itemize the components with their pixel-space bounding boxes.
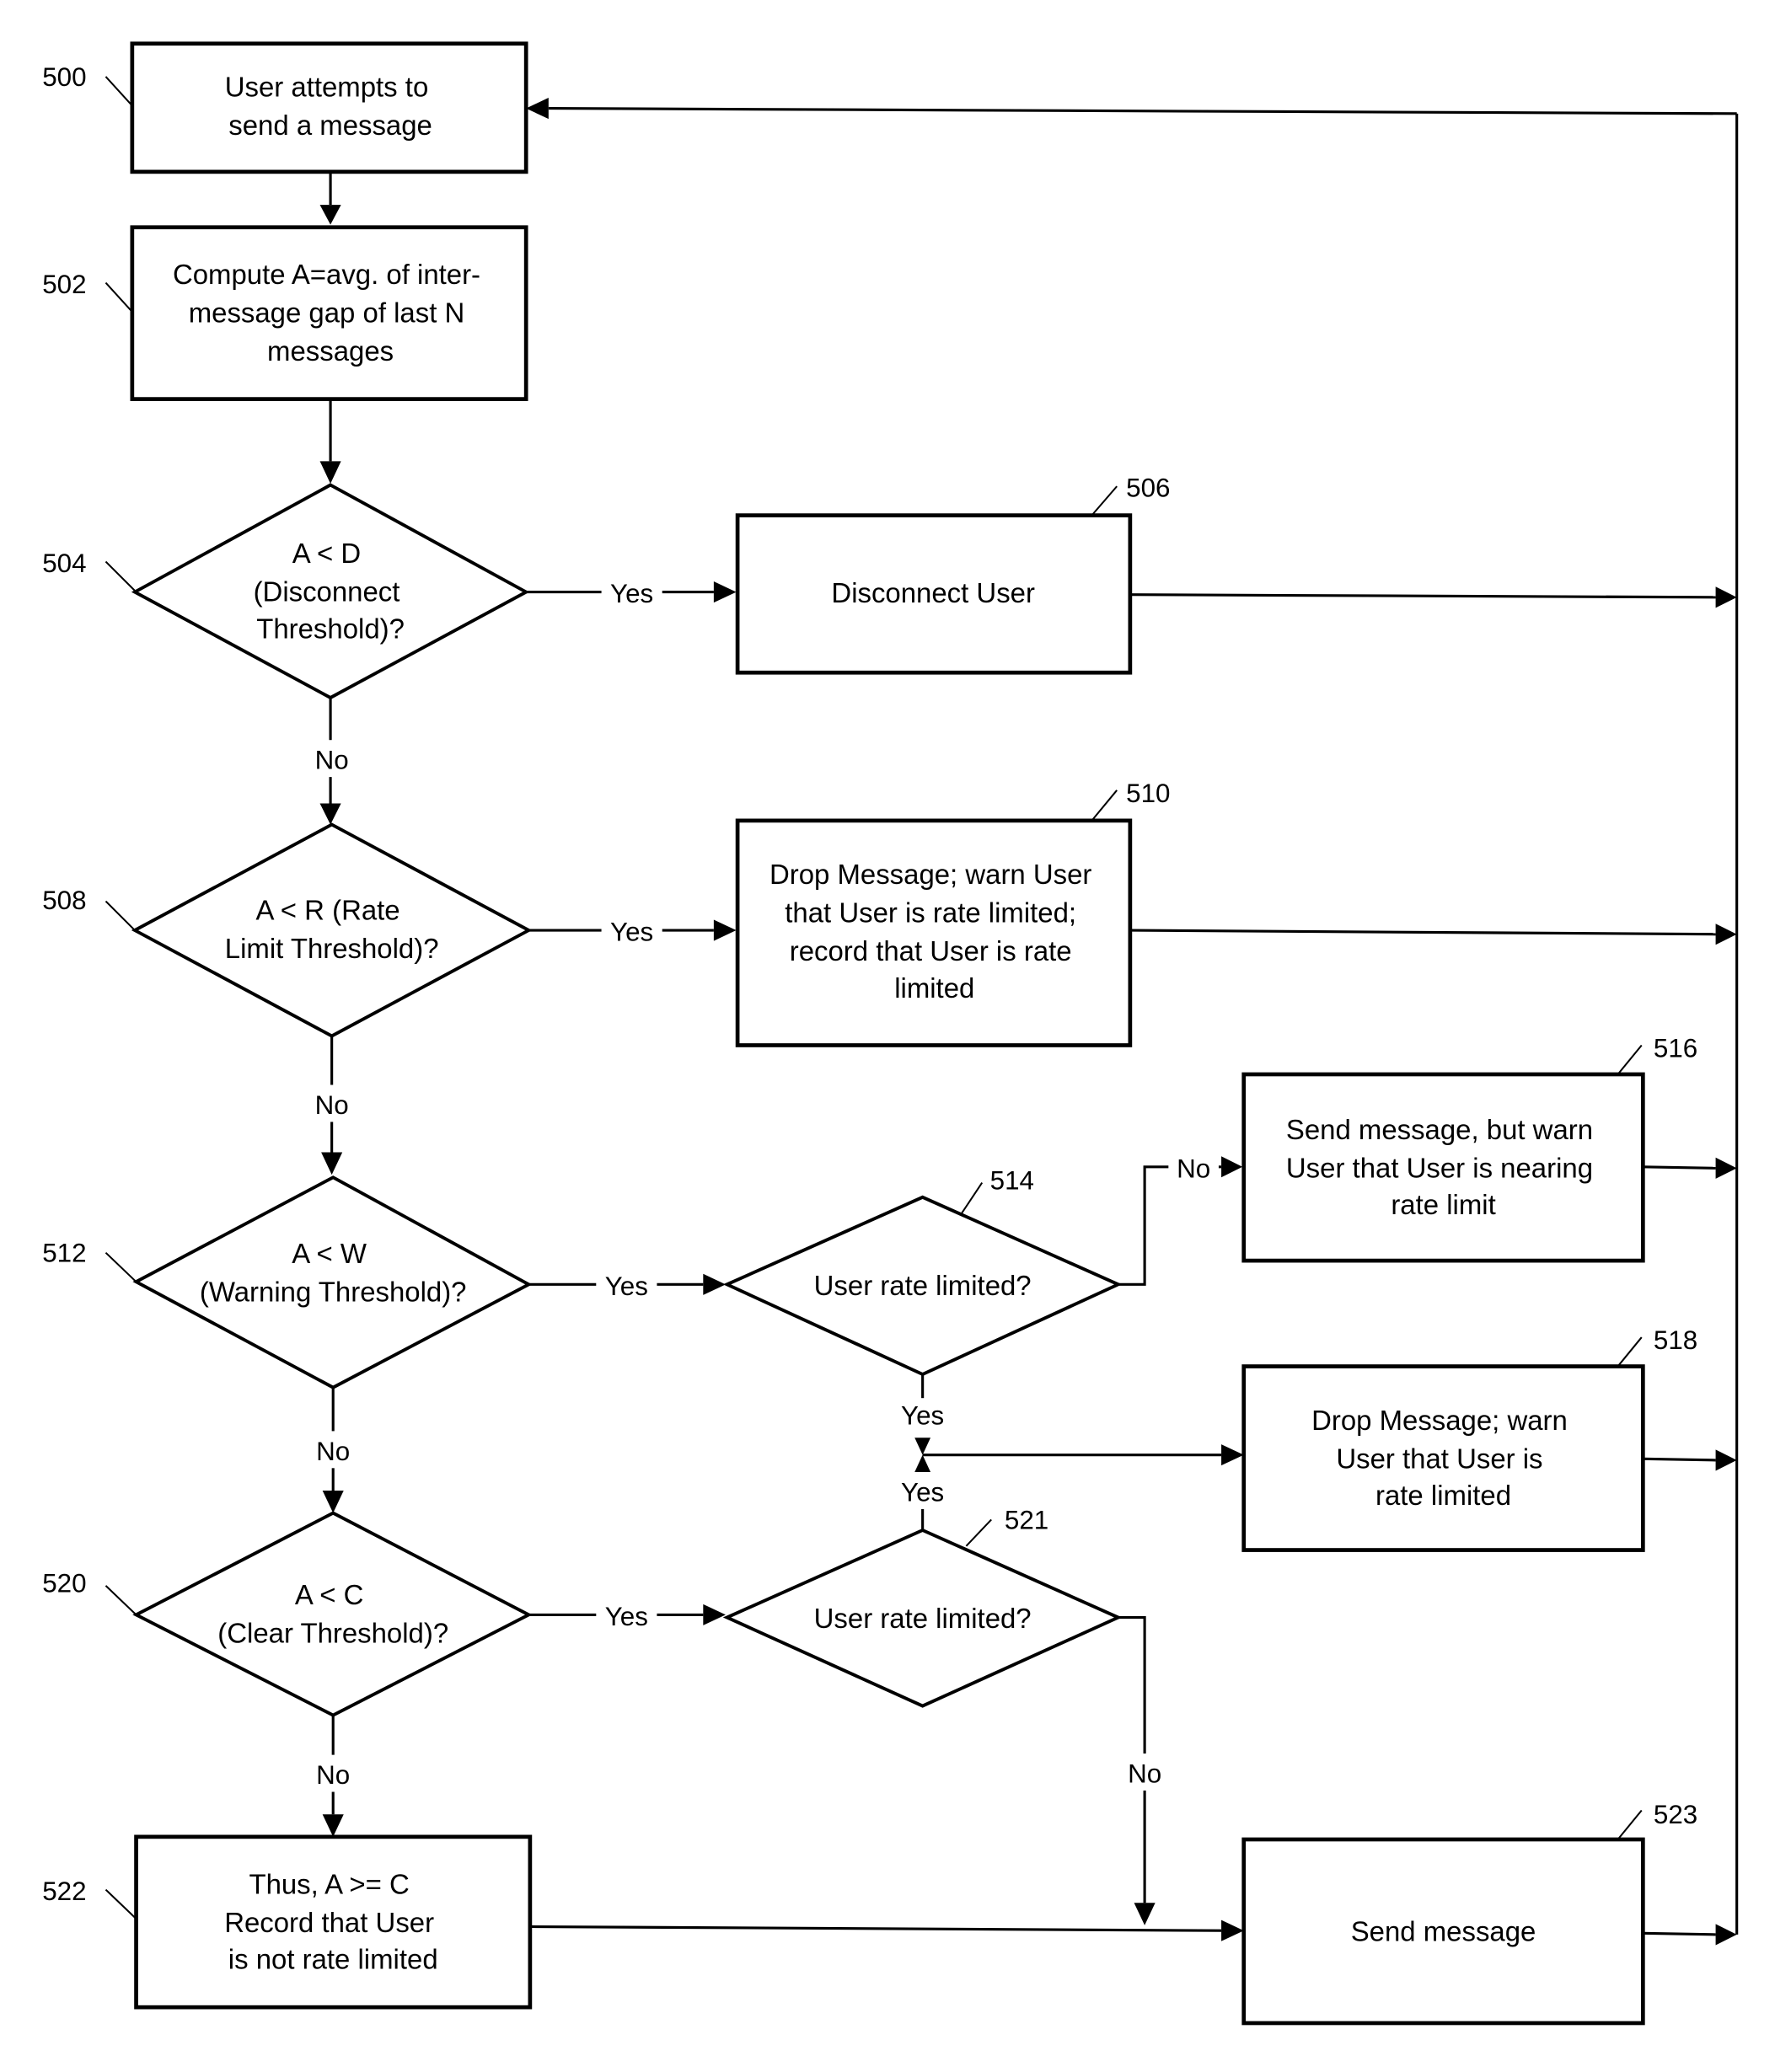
- flowchart: Yes No Yes No Yes No No Yes Yes Yes No N…: [42, 41, 1739, 2026]
- node-518: Drop Message; warn User that User is rat…: [1241, 1325, 1697, 1552]
- ref-leader: [965, 1518, 992, 1547]
- node-522: Thus, A >= C Record that User is not rat…: [42, 1834, 533, 2010]
- arrowhead-icon: [319, 461, 341, 484]
- node-522-text: Thus, A >= C Record that User is not rat…: [224, 1868, 442, 1974]
- process-box: [130, 41, 528, 174]
- ref-label-512: 512: [42, 1239, 86, 1268]
- ref-leader: [105, 1888, 137, 1919]
- node-510: Drop Message; warn User that User is rat…: [735, 779, 1170, 1047]
- ref-label-508: 508: [42, 886, 86, 915]
- edge-523-return: [1643, 1931, 1716, 1936]
- edge-518-return: [1643, 1457, 1716, 1462]
- ref-leader: [1617, 1809, 1643, 1840]
- ref-leader: [1617, 1336, 1643, 1368]
- ref-label-500: 500: [42, 62, 86, 92]
- ref-label-514: 514: [990, 1165, 1034, 1195]
- ref-label-523: 523: [1654, 1800, 1697, 1829]
- ref-leader: [105, 76, 133, 107]
- arrowhead-icon: [1221, 1156, 1243, 1178]
- edge-label-508-yes: Yes: [610, 918, 653, 947]
- arrowhead-icon: [1715, 1924, 1737, 1946]
- ref-label-518: 518: [1654, 1325, 1697, 1355]
- edge-510-return: [1131, 929, 1716, 936]
- edge-label-512-no: No: [316, 1437, 350, 1466]
- edge-516-return: [1643, 1165, 1716, 1170]
- arrowhead-icon: [703, 1604, 726, 1625]
- arrowhead-icon: [319, 803, 341, 825]
- node-516: Send message, but warn User that User is…: [1241, 1034, 1697, 1263]
- arrowhead-icon: [322, 1490, 344, 1513]
- edge-label-508-no: No: [315, 1090, 349, 1120]
- edge-label-514-no: No: [1177, 1154, 1210, 1183]
- ref-label-510: 510: [1126, 779, 1170, 808]
- node-514: User rate limited? 514: [722, 1165, 1123, 1377]
- ref-leader: [1091, 790, 1118, 822]
- ref-leader: [1091, 485, 1118, 517]
- ref-label-516: 516: [1654, 1034, 1697, 1063]
- edge-label-514-yes: Yes: [901, 1401, 944, 1431]
- arrowhead-icon: [1221, 1444, 1244, 1466]
- node-514-text: User rate limited?: [814, 1270, 1032, 1301]
- edge-label-504-yes: Yes: [610, 579, 653, 608]
- ref-leader: [105, 1585, 137, 1616]
- arrowhead-icon: [322, 1814, 344, 1837]
- edge-label-521-no: No: [1128, 1759, 1161, 1789]
- ref-leader: [105, 281, 133, 313]
- arrowhead-icon: [703, 1273, 726, 1295]
- arrowhead-icon: [319, 205, 341, 225]
- node-506-text: Disconnect User: [831, 577, 1035, 608]
- node-523-text: Send message: [1351, 1916, 1536, 1947]
- edge-label-521-yes: Yes: [901, 1478, 944, 1507]
- ref-leader: [105, 560, 136, 592]
- ref-leader: [105, 1251, 137, 1282]
- node-521-text: User rate limited?: [814, 1603, 1032, 1634]
- edge-522-523: [531, 1925, 1222, 1932]
- arrowhead-icon: [914, 1454, 931, 1473]
- edge-label-520-yes: Yes: [605, 1602, 648, 1631]
- node-502: Compute A=avg. of inter- message gap of …: [42, 225, 528, 401]
- arrowhead-icon: [1715, 1157, 1737, 1179]
- node-523: Send message 523: [1241, 1800, 1697, 2026]
- node-508: A < R (Rate Limit Threshold)? 508: [42, 822, 533, 1038]
- arrowhead-icon: [1715, 1449, 1737, 1471]
- edge-label-504-no: No: [315, 746, 349, 775]
- ref-leader: [960, 1182, 984, 1215]
- node-512: A < W (Warning Threshold)? 512: [42, 1175, 533, 1389]
- arrowhead-icon: [1134, 1903, 1156, 1925]
- ref-label-504: 504: [42, 549, 86, 578]
- node-520: A < C (Clear Threshold)? 520: [42, 1511, 533, 1717]
- arrowhead-icon: [914, 1438, 931, 1455]
- decision-diamond: [131, 822, 533, 1038]
- node-504: A < D (Disconnect Threshold)? 504: [42, 483, 530, 700]
- process-box: [735, 818, 1133, 1047]
- arrowhead-icon: [1221, 1919, 1244, 1941]
- ref-label-520: 520: [42, 1569, 86, 1598]
- ref-leader: [105, 900, 136, 931]
- edge-return-500: [548, 107, 1737, 115]
- decision-diamond: [132, 1511, 533, 1717]
- ref-label-522: 522: [42, 1877, 86, 1906]
- edge-506-return: [1129, 593, 1716, 599]
- ref-leader: [1617, 1044, 1643, 1075]
- node-521: User rate limited? 521: [722, 1505, 1123, 1708]
- node-506: Disconnect User 506: [735, 474, 1170, 675]
- ref-label-521: 521: [1005, 1505, 1048, 1534]
- node-500: User attempts to send a message 500: [42, 41, 528, 174]
- arrowhead-icon: [321, 1152, 343, 1175]
- ref-label-506: 506: [1126, 474, 1170, 503]
- edge-label-512-yes: Yes: [605, 1272, 648, 1301]
- arrowhead-icon: [713, 919, 737, 941]
- arrowhead-icon: [1715, 586, 1737, 608]
- arrowhead-icon: [1715, 924, 1737, 945]
- arrowhead-icon: [526, 98, 549, 120]
- edge-label-520-no: No: [316, 1760, 350, 1790]
- arrowhead-icon: [713, 581, 737, 603]
- ref-label-502: 502: [42, 270, 86, 299]
